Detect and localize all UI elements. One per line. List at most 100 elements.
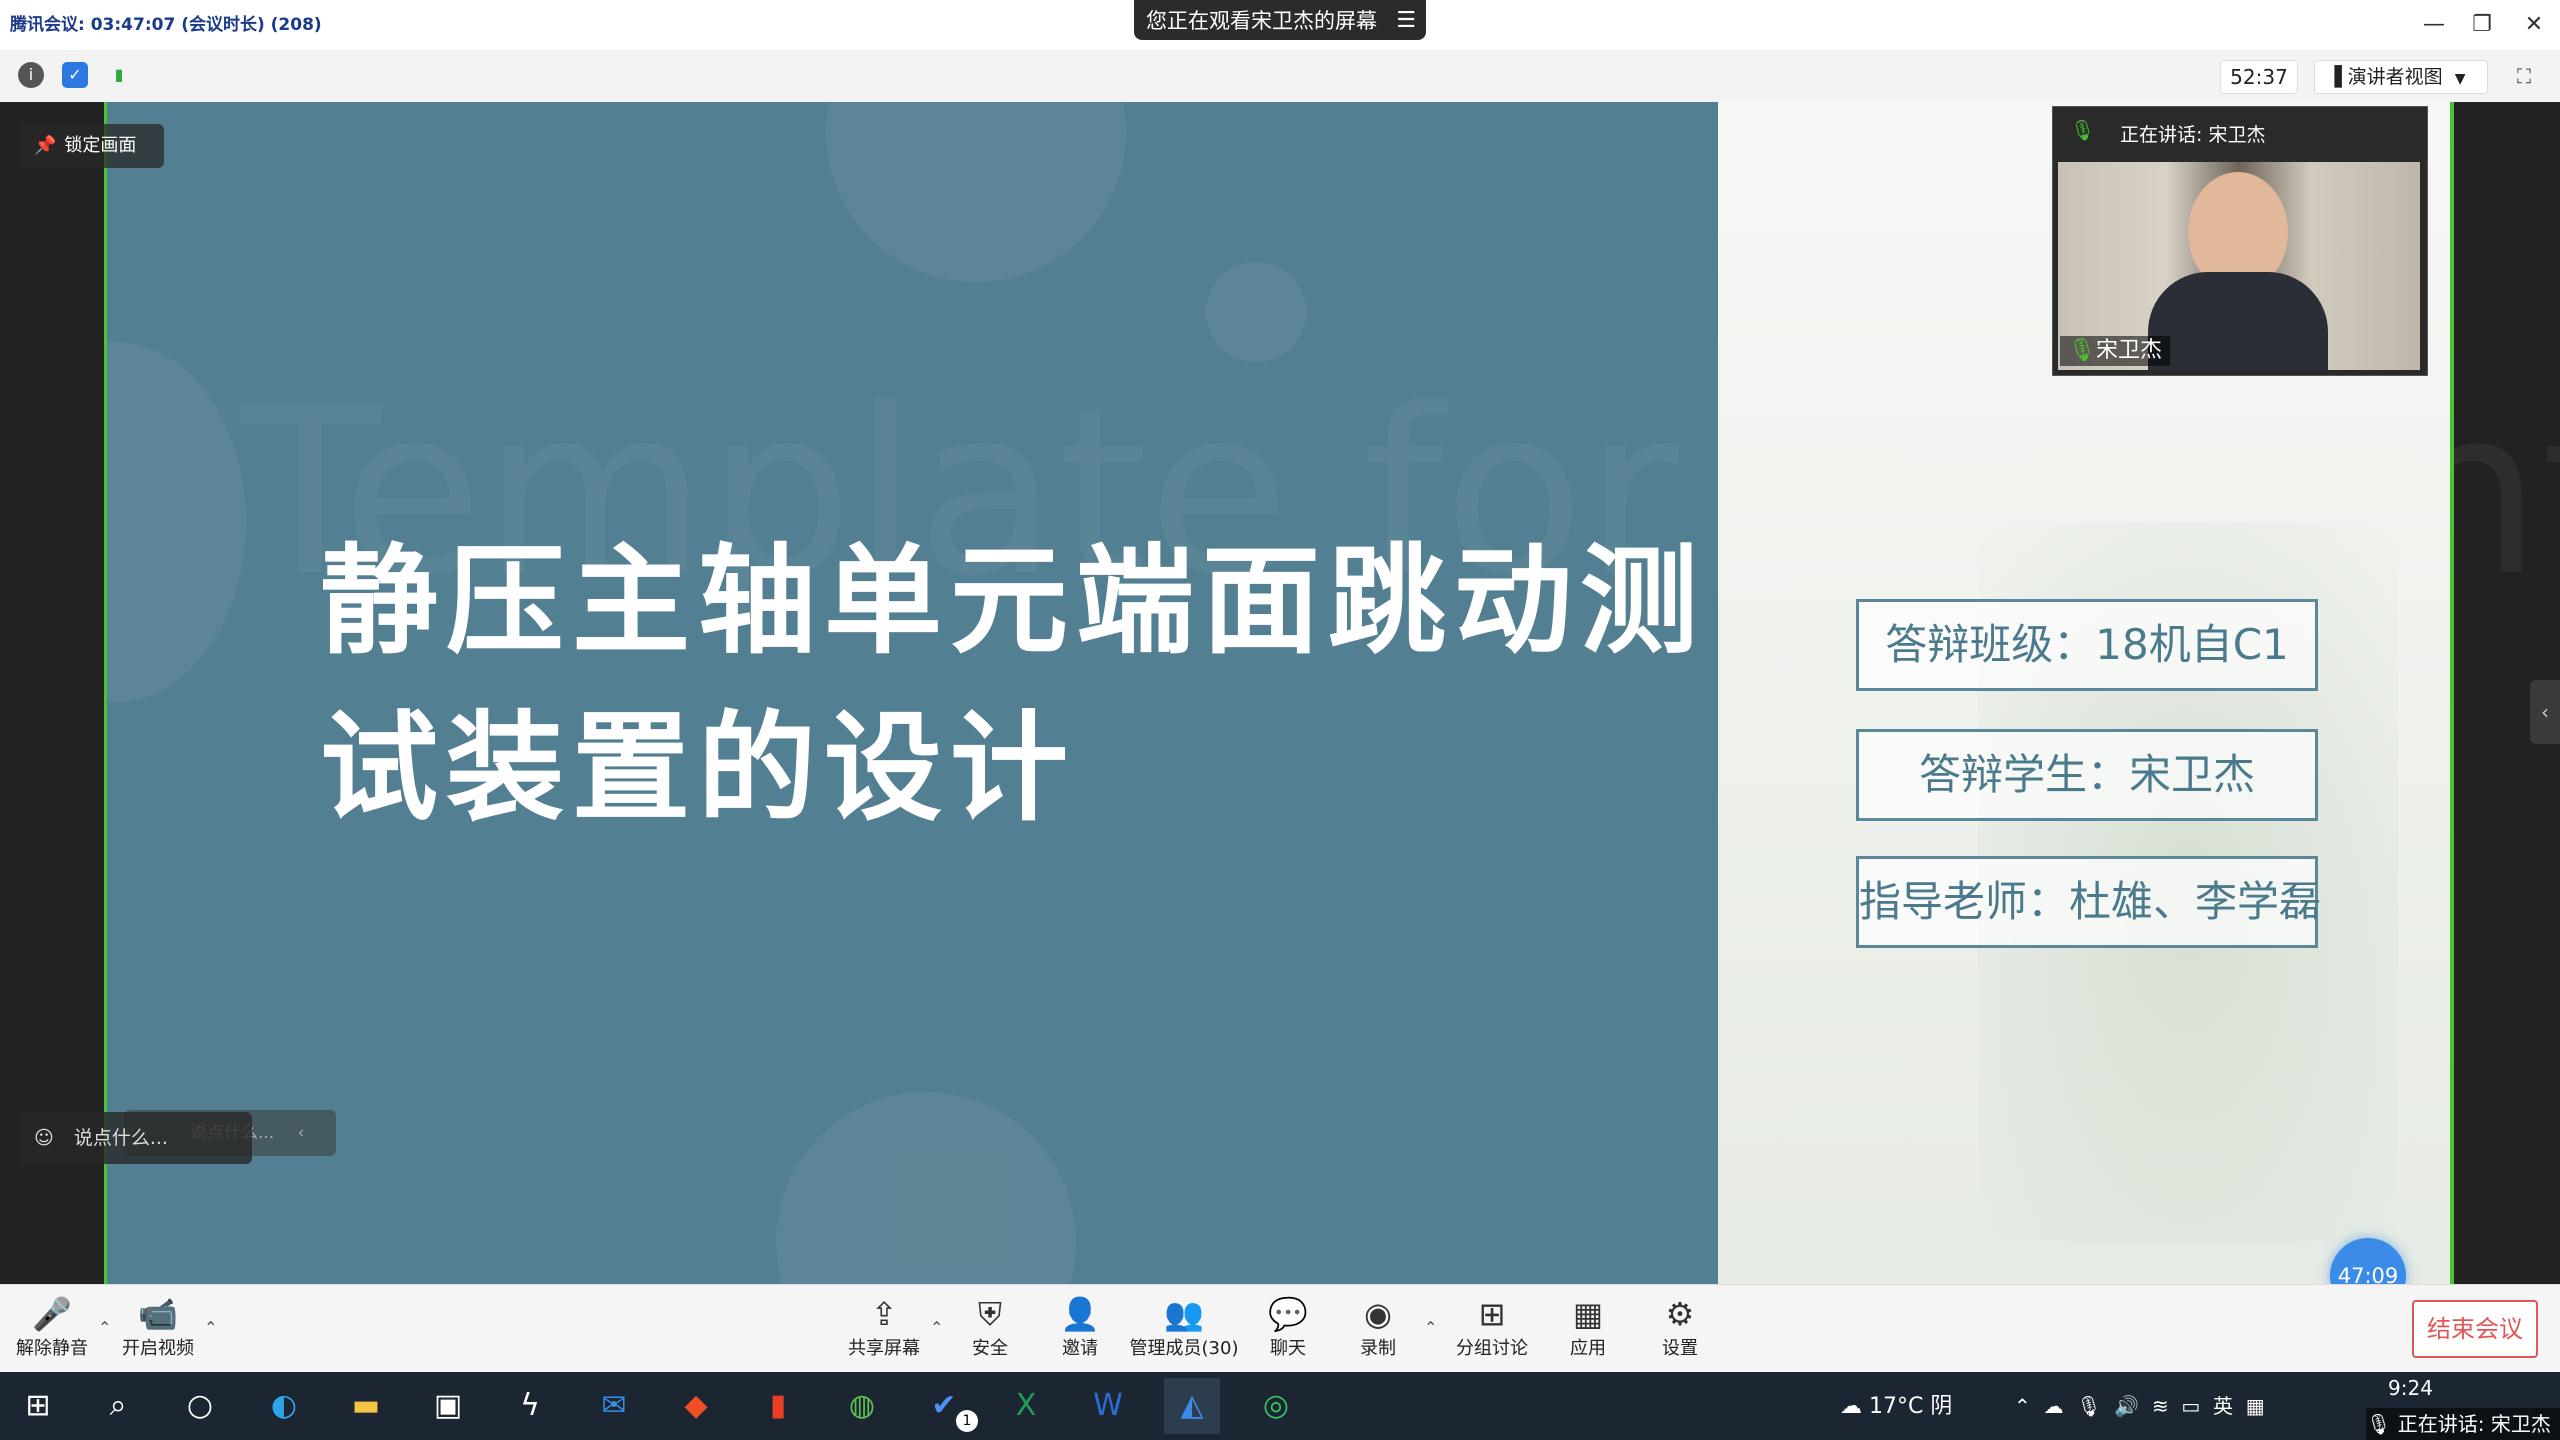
apps-label: 应用 — [1570, 1338, 1606, 1359]
mic-icon[interactable]: 🎙 — [2076, 1394, 2101, 1418]
speaking-toast: 🎙 正在讲话: 宋卫杰 — [2366, 1408, 2560, 1440]
edge-browser-icon[interactable]: ◐ — [256, 1378, 312, 1434]
excel-icon[interactable]: X — [998, 1378, 1054, 1434]
meeting-timer: 52:37 — [2220, 60, 2298, 94]
security-label: 安全 — [972, 1338, 1008, 1359]
decor-circle — [1206, 262, 1306, 362]
restore-icon[interactable]: ❐ — [2462, 8, 2502, 42]
tencent-meeting-icon[interactable]: ◭ — [1164, 1378, 1220, 1434]
record-label: 录制 — [1360, 1338, 1396, 1359]
unmute-label: 解除静音 — [16, 1338, 88, 1359]
screen-share-banner[interactable]: 您正在观看宋卫杰的屏幕 ☰ — [1134, 0, 1426, 40]
cloud-icon: ☁ — [1840, 1394, 1862, 1419]
view-mode-dropdown[interactable]: ▐ 演讲者视图 ▼ — [2314, 60, 2488, 94]
onedrive-icon[interactable]: ☁ — [2043, 1394, 2063, 1418]
share-screen-icon: ⇪ — [870, 1295, 898, 1333]
muted-mic-icon: 🎤 — [32, 1295, 72, 1333]
breakout-button[interactable]: ⊞ 分组讨论 — [1442, 1294, 1542, 1366]
chat-input[interactable]: ☺ 说点什么... — [20, 1112, 252, 1164]
settings-label: 设置 — [1662, 1338, 1698, 1359]
chat-button[interactable]: 💬 聊天 — [1238, 1294, 1338, 1366]
wifi-icon[interactable]: ≋ — [2152, 1394, 2169, 1418]
security-button[interactable]: ⛨ 安全 — [940, 1294, 1040, 1366]
notification-badge: 1 — [956, 1410, 978, 1432]
signal-icon[interactable]: ▮ — [106, 62, 132, 88]
store-icon[interactable]: ▣ — [420, 1378, 476, 1434]
volume-icon[interactable]: 🔊 — [2114, 1394, 2139, 1418]
start-video-button[interactable]: 📹 开启视频 — [108, 1294, 208, 1366]
ime-indicator[interactable]: 英 — [2213, 1394, 2233, 1418]
collapse-sidebar-icon[interactable]: ‹ — [2530, 680, 2560, 744]
list-icon[interactable]: ☰ — [1396, 8, 1416, 33]
defense-student-box: 答辩学生：宋卫杰 — [1856, 729, 2318, 821]
search-icon[interactable]: ⌕ — [90, 1378, 146, 1434]
caret-up-icon[interactable]: ⌃ — [1424, 1318, 1437, 1337]
video-name-tag: 🎙宋卫杰 — [2060, 336, 2170, 366]
shield-icon[interactable]: ✓ — [62, 62, 88, 88]
apps-button[interactable]: ▦ 应用 — [1538, 1294, 1638, 1366]
slide-title-line-1: 静压主轴单元端面跳动测 — [320, 532, 1707, 670]
participant-body — [2148, 272, 2328, 370]
share-border-left — [104, 102, 107, 1284]
app-icon[interactable]: ϟ — [502, 1378, 558, 1434]
speaking-indicator: 正在讲话: 宋卫杰 — [2120, 124, 2266, 146]
emoji-icon[interactable]: ☺ — [34, 1127, 54, 1149]
invite-button[interactable]: 👤 邀请 — [1030, 1294, 1130, 1366]
file-explorer-icon[interactable]: ▬ — [338, 1378, 394, 1434]
slide-title-line-2: 试装置的设计 — [320, 699, 1077, 837]
share-border-right — [2450, 102, 2454, 1284]
lock-view-button[interactable]: 📌 锁定画面 — [20, 124, 164, 168]
share-screen-button[interactable]: ⇪ 共享屏幕 — [834, 1294, 934, 1366]
defense-class-box: 答辩班级：18机自C1 — [1856, 599, 2318, 691]
decor-circle — [826, 102, 1126, 282]
share-banner-text: 您正在观看宋卫杰的屏幕 — [1146, 9, 1377, 33]
chevron-up-icon[interactable]: ⌃ — [2014, 1394, 2031, 1418]
meeting-duration-info: 腾讯会议: 03:47:07 (会议时长) (208) — [10, 15, 322, 35]
decor-circle — [776, 1092, 1076, 1284]
browser-icon[interactable]: ◍ — [834, 1378, 890, 1434]
start-video-label: 开启视频 — [122, 1338, 194, 1359]
fullscreen-icon[interactable]: ⛶ — [2510, 62, 2538, 90]
meeting-top-toolbar — [0, 50, 2560, 103]
gear-icon: ⚙ — [1665, 1295, 1695, 1333]
system-tray[interactable]: ⌃ ☁ 🎙 🔊 ≋ ▭ 英 ▦ — [2014, 1390, 2265, 1419]
chevron-down-icon: ▼ — [2454, 71, 2466, 87]
manage-members-button[interactable]: 👥 管理成员(30) — [1124, 1294, 1244, 1366]
clock[interactable]: 9:24 — [2388, 1376, 2433, 1400]
breakout-icon: ⊞ — [1478, 1295, 1506, 1333]
lock-view-label: 锁定画面 — [64, 135, 137, 156]
pin-icon: 📌 — [34, 135, 57, 156]
mic-icon: 🎙 — [2068, 338, 2096, 363]
info-icon[interactable]: i — [18, 62, 44, 88]
word-icon[interactable]: W — [1080, 1378, 1136, 1434]
keyboard-icon[interactable]: ▦ — [2246, 1394, 2265, 1418]
mail-icon[interactable]: ✉ — [586, 1378, 642, 1434]
record-button[interactable]: ◉ 录制 — [1328, 1294, 1428, 1366]
task-view-icon[interactable]: ○ — [172, 1378, 228, 1434]
unmute-button[interactable]: 🎤 解除静音 — [2, 1294, 102, 1366]
chevron-left-icon: ‹ — [297, 1123, 305, 1143]
caret-up-icon[interactable]: ⌃ — [204, 1318, 217, 1337]
windows-start-icon[interactable]: ⊞ — [10, 1378, 66, 1434]
weather-widget[interactable]: ☁ 17°C 阴 — [1840, 1388, 1952, 1420]
members-label: 管理成员(30) — [1129, 1338, 1239, 1359]
wechat-icon[interactable]: ◎ — [1248, 1378, 1304, 1434]
close-icon[interactable]: ✕ — [2514, 8, 2554, 42]
members-icon: 👥 — [1164, 1295, 1204, 1333]
record-icon: ◉ — [1364, 1295, 1392, 1333]
mic-icon: 🎙 — [2070, 118, 2096, 142]
breakout-label: 分组讨论 — [1456, 1338, 1528, 1359]
video-off-icon: 📹 — [138, 1295, 178, 1333]
end-meeting-button[interactable]: 结束会议 — [2412, 1300, 2538, 1358]
add-user-icon: 👤 — [1060, 1295, 1100, 1333]
chat-label: 聊天 — [1270, 1338, 1306, 1359]
chat-icon: 💬 — [1268, 1295, 1308, 1333]
minimize-icon[interactable]: — — [2414, 8, 2454, 42]
battery-icon[interactable]: ▭ — [2181, 1394, 2200, 1418]
decor-circle — [106, 342, 246, 702]
office-icon[interactable]: ▮ — [750, 1378, 806, 1434]
git-icon[interactable]: ◆ — [668, 1378, 724, 1434]
chat-placeholder: 说点什么... — [73, 1127, 168, 1149]
settings-button[interactable]: ⚙ 设置 — [1630, 1294, 1730, 1366]
speaker-view-icon: ▐ — [2327, 66, 2342, 88]
